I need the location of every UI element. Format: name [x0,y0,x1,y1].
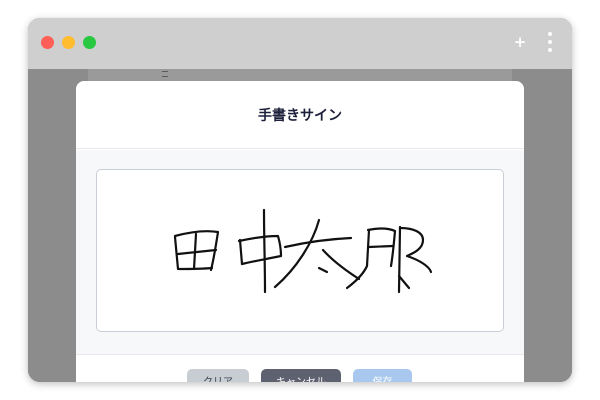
page-content: 手書きサイン [28,69,572,382]
more-menu-icon[interactable] [545,30,555,56]
handwritten-signature [173,208,433,294]
cancel-button[interactable]: キャンセル [261,369,341,382]
save-button[interactable]: 保存 [353,369,412,382]
title-bar: + [28,18,572,69]
dialog-footer: クリア キャンセル 保存 [76,354,524,382]
clear-button[interactable]: クリア [187,369,249,382]
dialog-body [76,150,524,354]
signature-canvas[interactable] [96,169,504,332]
signature-dialog: 手書きサイン [76,81,524,382]
dialog-title: 手書きサイン [258,108,342,124]
background-document-mark [162,71,168,77]
new-tab-button[interactable]: + [512,30,528,54]
dialog-header: 手書きサイン [76,81,524,149]
close-window-button[interactable] [41,36,54,49]
minimize-window-button[interactable] [62,36,75,49]
browser-window: + 手書きサイン [28,18,572,382]
zoom-window-button[interactable] [83,36,96,49]
